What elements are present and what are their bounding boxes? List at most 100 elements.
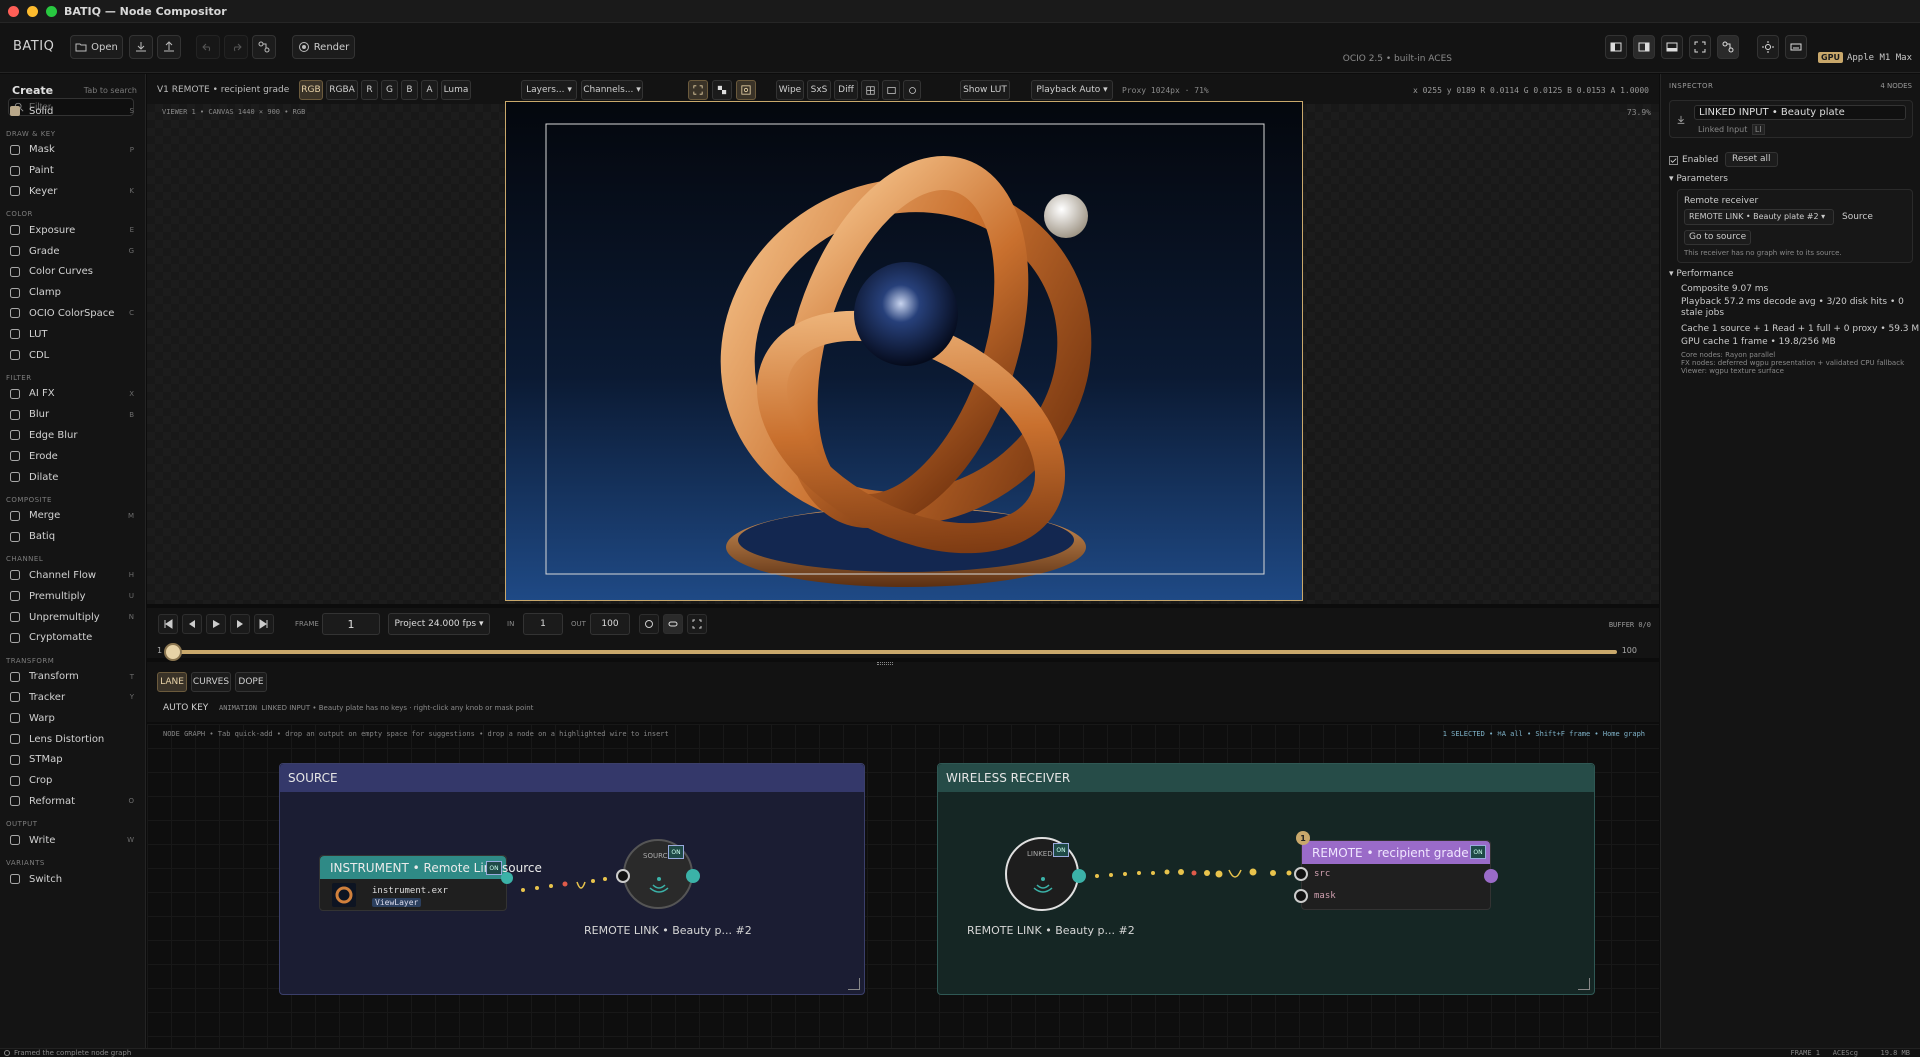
tab-lane[interactable]: LANE xyxy=(157,672,187,692)
safe-area-button[interactable] xyxy=(736,80,756,100)
node-graph-button[interactable] xyxy=(252,35,276,59)
show-lut-button[interactable]: Show LUT xyxy=(960,80,1010,100)
create-item-exposure[interactable]: Exposure E xyxy=(8,221,136,239)
create-item-keyer[interactable]: Keyer K xyxy=(8,182,136,200)
resize-handle[interactable] xyxy=(877,662,893,665)
create-item-write[interactable]: Write W xyxy=(8,831,136,849)
create-item-solid[interactable]: Solid S xyxy=(8,102,136,120)
channel-a-button[interactable]: A xyxy=(421,80,438,100)
loop-button[interactable] xyxy=(639,614,659,634)
create-item-switch[interactable]: Switch xyxy=(8,870,136,888)
grid-button[interactable] xyxy=(861,80,879,100)
node-remote-link-receiver[interactable]: LINKED ON xyxy=(1005,837,1086,911)
auto-key-toggle[interactable]: AUTO KEY xyxy=(163,703,208,713)
create-item-edge-blur[interactable]: Edge Blur xyxy=(8,426,136,444)
create-item-warp[interactable]: Warp xyxy=(8,709,136,727)
zoom-window-button[interactable] xyxy=(46,6,57,17)
create-item-paint[interactable]: Paint xyxy=(8,162,136,180)
output-port[interactable] xyxy=(1484,869,1498,883)
create-item-lut[interactable]: LUT xyxy=(8,325,136,343)
layers-dropdown[interactable]: Layers... ▾ xyxy=(521,80,577,100)
create-item-blur[interactable]: Blur B xyxy=(8,406,136,424)
instrument-layer[interactable]: ViewLayer xyxy=(372,898,422,907)
tab-curves[interactable]: CURVES xyxy=(191,672,231,692)
graph-layout-button[interactable] xyxy=(1717,35,1739,59)
layout-bottom-button[interactable] xyxy=(1661,35,1683,59)
step-forward-button[interactable] xyxy=(230,614,250,634)
minimize-window-button[interactable] xyxy=(27,6,38,17)
fit-button[interactable] xyxy=(688,80,708,100)
node-remote-link-sender[interactable]: SOURCE ON xyxy=(616,839,700,909)
undo-button[interactable] xyxy=(196,35,220,59)
keyboard-button[interactable] xyxy=(1785,35,1807,59)
out-input[interactable]: 100 xyxy=(590,613,630,635)
play-button[interactable] xyxy=(206,614,226,634)
receiver-dropdown[interactable]: REMOTE LINK • Beauty plate #2 ▾ xyxy=(1684,209,1834,225)
go-to-start-button[interactable] xyxy=(158,614,178,634)
create-item-crop[interactable]: Crop xyxy=(8,772,136,790)
channel-b-button[interactable]: B xyxy=(401,80,418,100)
node-graph[interactable]: NODE GRAPH • Tab quick-add • drop an out… xyxy=(147,724,1659,1048)
create-item-batiq[interactable]: Batiq xyxy=(8,528,136,546)
playback-dropdown[interactable]: Playback Auto ▾ xyxy=(1031,80,1113,100)
go-to-end-button[interactable] xyxy=(254,614,274,634)
in-input[interactable]: 1 xyxy=(523,613,563,635)
create-item-stmap[interactable]: STMap xyxy=(8,751,136,769)
create-item-dilate[interactable]: Dilate xyxy=(8,468,136,486)
create-item-grade[interactable]: Grade G xyxy=(8,242,136,260)
output-port[interactable] xyxy=(1072,869,1086,883)
bounce-button[interactable] xyxy=(663,614,683,634)
on-badge[interactable]: ON xyxy=(668,845,684,859)
on-badge[interactable]: ON xyxy=(1470,845,1486,859)
wipe-button[interactable]: Wipe xyxy=(776,80,804,100)
sxs-button[interactable]: SxS xyxy=(807,80,831,100)
overlay-button[interactable] xyxy=(882,80,900,100)
node-remote-recipient-grade[interactable]: REMOTE • recipient grade ON 1 src mask xyxy=(1294,831,1498,910)
create-item-ai-fx[interactable]: AI FX X xyxy=(8,385,136,403)
range-button[interactable] xyxy=(687,614,707,634)
layout-right-button[interactable] xyxy=(1633,35,1655,59)
create-item-reformat[interactable]: Reformat O xyxy=(8,792,136,810)
open-button[interactable]: Open xyxy=(70,35,123,59)
preferences-button[interactable] xyxy=(1757,35,1779,59)
render-button[interactable]: Render xyxy=(292,35,355,59)
performance-section[interactable]: ▾ Performance xyxy=(1669,269,1733,279)
viewer-area[interactable]: VIEWER 1 • CANVAS 1440 × 900 • RGB 73.9% xyxy=(147,101,1659,604)
step-back-button[interactable] xyxy=(182,614,202,634)
close-window-button[interactable] xyxy=(8,6,19,17)
fullscreen-button[interactable] xyxy=(1689,35,1711,59)
save-button[interactable] xyxy=(129,35,153,59)
channel-rgb-button[interactable]: RGB xyxy=(299,80,323,100)
input-port[interactable] xyxy=(616,869,630,883)
node-name-field[interactable]: LINKED INPUT • Beauty plate xyxy=(1694,105,1906,120)
create-item-unpremultiply[interactable]: Unpremultiply N xyxy=(8,608,136,626)
enabled-checkbox[interactable]: Enabled xyxy=(1669,155,1718,165)
channels-dropdown[interactable]: Channels... ▾ xyxy=(581,80,643,100)
on-badge[interactable]: ON xyxy=(1053,843,1069,857)
timeline-scrubber[interactable] xyxy=(177,650,1617,654)
output-port[interactable] xyxy=(501,872,513,884)
mask-input-port[interactable] xyxy=(1294,889,1308,903)
export-button[interactable] xyxy=(157,35,181,59)
fps-dropdown[interactable]: Project 24.000 fps ▾ xyxy=(388,613,490,635)
output-port[interactable] xyxy=(686,869,700,883)
channel-luma-button[interactable]: Luma xyxy=(441,80,471,100)
diff-button[interactable]: Diff xyxy=(834,80,858,100)
parameters-section[interactable]: ▾ Parameters xyxy=(1669,174,1728,184)
create-item-channel-flow[interactable]: Channel Flow H xyxy=(8,566,136,584)
viewer-canvas[interactable] xyxy=(505,101,1303,601)
create-item-cryptomatte[interactable]: Cryptomatte xyxy=(8,629,136,647)
create-item-tracker[interactable]: Tracker Y xyxy=(8,688,136,706)
create-item-clamp[interactable]: Clamp xyxy=(8,284,136,302)
on-badge[interactable]: ON xyxy=(486,861,502,875)
create-item-merge[interactable]: Merge M xyxy=(8,507,136,525)
create-item-transform[interactable]: Transform T xyxy=(8,668,136,686)
channel-r-button[interactable]: R xyxy=(361,80,378,100)
frame-input[interactable]: 1 xyxy=(322,613,380,635)
src-input-port[interactable] xyxy=(1294,867,1308,881)
checker-button[interactable] xyxy=(712,80,732,100)
create-item-premultiply[interactable]: Premultiply U xyxy=(8,587,136,605)
create-item-lens-distortion[interactable]: Lens Distortion xyxy=(8,730,136,748)
create-item-color-curves[interactable]: Color Curves xyxy=(8,263,136,281)
create-item-ocio-colorspace[interactable]: OCIO ColorSpace C xyxy=(8,304,136,322)
